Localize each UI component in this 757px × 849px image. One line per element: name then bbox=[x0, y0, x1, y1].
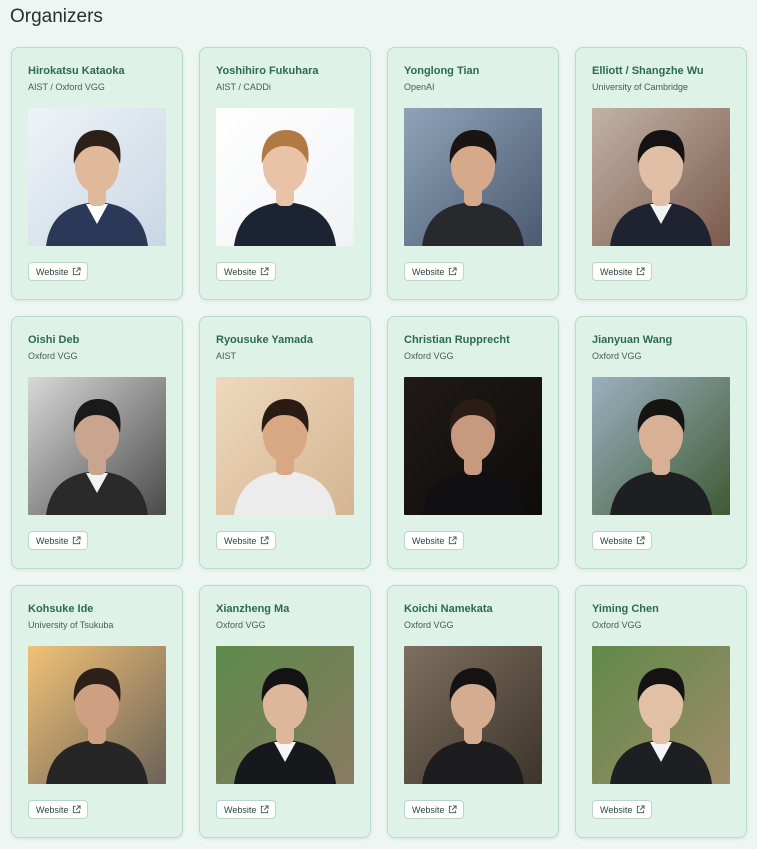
organizer-name: Yoshihiro Fukuhara bbox=[216, 65, 319, 77]
organizer-name: Jianyuan Wang bbox=[592, 334, 673, 346]
organizer-affiliation: Oxford VGG bbox=[404, 620, 454, 630]
organizer-name: Oishi Deb bbox=[28, 334, 80, 346]
organizer-card: Oishi Deb Oxford VGG Website bbox=[11, 316, 183, 569]
organizer-name: Yiming Chen bbox=[592, 603, 659, 615]
organizer-card: Yoshihiro Fukuhara AIST / CADDi Website bbox=[199, 47, 371, 300]
website-button[interactable]: Website bbox=[592, 800, 653, 819]
organizer-card: Elliott / Shangzhe Wu University of Cambr… bbox=[575, 47, 747, 300]
website-button-label: Website bbox=[224, 535, 257, 546]
organizer-affiliation: AIST / CADDi bbox=[216, 82, 271, 92]
organizer-card: Jianyuan Wang Oxford VGG Website bbox=[575, 316, 747, 569]
organizer-photo bbox=[404, 646, 542, 784]
website-button[interactable]: Website bbox=[216, 531, 277, 550]
website-button[interactable]: Website bbox=[592, 531, 653, 550]
organizer-photo bbox=[28, 377, 166, 515]
organizer-name: Ryousuke Yamada bbox=[216, 334, 314, 346]
website-button[interactable]: Website bbox=[28, 800, 89, 819]
page-title: Organizers bbox=[10, 6, 103, 27]
organizer-card: Hirokatsu Kataoka AIST / Oxford VGG Websit… bbox=[11, 47, 183, 300]
external-link-icon bbox=[72, 267, 81, 276]
organizer-photo bbox=[28, 646, 166, 784]
external-link-icon bbox=[448, 805, 457, 814]
organizer-name: Yonglong Tian bbox=[404, 65, 480, 77]
website-button-label: Website bbox=[412, 266, 445, 277]
organizer-name: Hirokatsu Kataoka bbox=[28, 65, 125, 77]
website-button[interactable]: Website bbox=[592, 262, 653, 281]
organizer-card: Yiming Chen Oxford VGG Website bbox=[575, 585, 747, 838]
external-link-icon bbox=[636, 536, 645, 545]
website-button-label: Website bbox=[600, 804, 633, 815]
organizer-photo bbox=[404, 108, 542, 246]
organizer-photo bbox=[216, 108, 354, 246]
website-button-label: Website bbox=[412, 804, 445, 815]
organizer-name: Xianzheng Ma bbox=[216, 603, 290, 615]
website-button-label: Website bbox=[224, 266, 257, 277]
website-button-label: Website bbox=[224, 804, 257, 815]
organizer-photo bbox=[216, 646, 354, 784]
organizer-photo bbox=[404, 377, 542, 515]
external-link-icon bbox=[72, 536, 81, 545]
external-link-icon bbox=[260, 536, 269, 545]
organizer-card: Xianzheng Ma Oxford VGG Website bbox=[199, 585, 371, 838]
organizer-photo bbox=[592, 377, 730, 515]
organizer-photo bbox=[592, 646, 730, 784]
organizer-name: Christian Rupprecht bbox=[404, 334, 510, 346]
website-button[interactable]: Website bbox=[216, 800, 277, 819]
organizer-affiliation: OpenAI bbox=[404, 82, 435, 92]
website-button[interactable]: Website bbox=[404, 262, 465, 281]
website-button[interactable]: Website bbox=[404, 800, 465, 819]
organizer-name: Elliott / Shangzhe Wu bbox=[592, 65, 704, 77]
organizer-affiliation: University of Tsukuba bbox=[28, 620, 114, 630]
website-button-label: Website bbox=[600, 535, 633, 546]
external-link-icon bbox=[448, 536, 457, 545]
organizer-card: Yonglong Tian OpenAI Website bbox=[387, 47, 559, 300]
organizer-name: Koichi Namekata bbox=[404, 603, 493, 615]
organizer-affiliation: Oxford VGG bbox=[28, 351, 78, 361]
organizer-photo bbox=[592, 108, 730, 246]
website-button-label: Website bbox=[36, 266, 69, 277]
organizer-affiliation: University of Cambridge bbox=[592, 82, 689, 92]
external-link-icon bbox=[260, 267, 269, 276]
organizer-affiliation: Oxford VGG bbox=[404, 351, 454, 361]
organizer-affiliation: Oxford VGG bbox=[592, 620, 642, 630]
website-button-label: Website bbox=[36, 804, 69, 815]
organizer-card: Christian Rupprecht Oxford VGG Website bbox=[387, 316, 559, 569]
website-button-label: Website bbox=[412, 535, 445, 546]
organizer-name: Kohsuke Ide bbox=[28, 603, 94, 615]
website-button[interactable]: Website bbox=[404, 531, 465, 550]
organizer-photo bbox=[216, 377, 354, 515]
organizer-photo bbox=[28, 108, 166, 246]
organizers-grid: Hirokatsu Kataoka AIST / Oxford VGG Websit… bbox=[11, 47, 747, 838]
organizer-card: Koichi Namekata Oxford VGG Website bbox=[387, 585, 559, 838]
website-button[interactable]: Website bbox=[216, 262, 277, 281]
organizer-affiliation: Oxford VGG bbox=[216, 620, 266, 630]
organizer-affiliation: AIST / Oxford VGG bbox=[28, 82, 105, 92]
website-button-label: Website bbox=[600, 266, 633, 277]
organizer-affiliation: Oxford VGG bbox=[592, 351, 642, 361]
external-link-icon bbox=[636, 267, 645, 276]
website-button[interactable]: Website bbox=[28, 262, 89, 281]
external-link-icon bbox=[448, 267, 457, 276]
organizer-card: Kohsuke Ide University of Tsukuba Website bbox=[11, 585, 183, 838]
external-link-icon bbox=[72, 805, 81, 814]
organizer-card: Ryousuke Yamada AIST Website bbox=[199, 316, 371, 569]
external-link-icon bbox=[636, 805, 645, 814]
website-button-label: Website bbox=[36, 535, 69, 546]
organizer-affiliation: AIST bbox=[216, 351, 237, 361]
external-link-icon bbox=[260, 805, 269, 814]
website-button[interactable]: Website bbox=[28, 531, 89, 550]
